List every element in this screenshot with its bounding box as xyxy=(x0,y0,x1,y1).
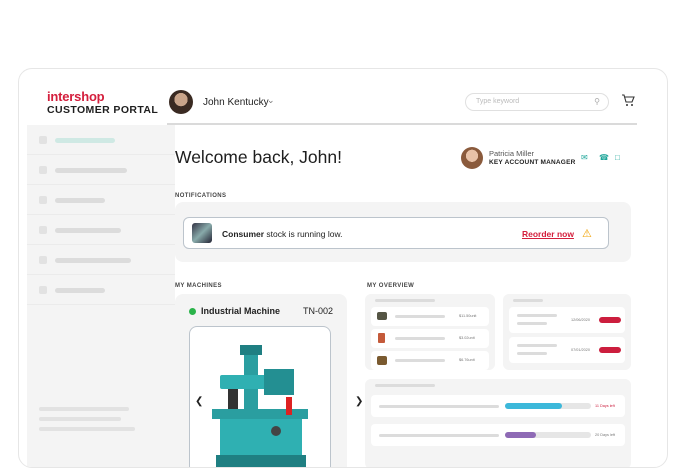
overview-label: MY OVERVIEW xyxy=(367,283,415,289)
status-dot xyxy=(189,308,196,315)
manager-name: Patricia Miller xyxy=(489,149,535,158)
progress-track xyxy=(505,403,591,409)
machine-image xyxy=(212,345,308,467)
order-date: 07/01/2020 xyxy=(571,348,591,352)
sidebar-footer-line xyxy=(39,417,121,421)
notification-text: Consumer stock is running low. xyxy=(222,229,342,239)
chat-icon[interactable]: □ xyxy=(615,153,624,162)
status-badge xyxy=(599,347,621,353)
product-icon xyxy=(377,312,387,320)
chevron-left-icon[interactable]: ❮ xyxy=(195,396,203,407)
mail-icon[interactable]: ✉ xyxy=(581,153,590,162)
machines-label: MY MACHINES xyxy=(175,283,222,289)
sidebar-item-3[interactable] xyxy=(27,185,175,215)
sidebar-item-2[interactable] xyxy=(27,155,175,185)
machine-image-card[interactable] xyxy=(189,326,331,467)
notifications-panel: Consumer stock is running low. Reorder n… xyxy=(175,202,631,262)
page-title: Welcome back, John! xyxy=(175,147,342,167)
cart-icon[interactable] xyxy=(621,93,635,107)
search-input[interactable]: Type keyword ⚲ xyxy=(465,93,609,111)
sidebar-item-1[interactable] xyxy=(27,125,175,155)
reorder-link[interactable]: Reorder now xyxy=(522,229,574,239)
product-icon xyxy=(377,356,387,365)
portal-title: CUSTOMER PORTAL xyxy=(47,104,159,116)
contract-row[interactable]: 20 Days left xyxy=(371,424,625,446)
user-name[interactable]: John Kentucky xyxy=(203,97,269,108)
notification-item: Consumer stock is running low. Reorder n… xyxy=(183,217,609,249)
machines-panel: Industrial Machine TN-002 ❮ ❯ xyxy=(175,294,363,467)
manager-role: KEY ACCOUNT MANAGER xyxy=(489,159,576,166)
chevron-down-icon[interactable]: ⌄ xyxy=(267,95,275,106)
overview-orders-card: 12/06/2020 07/01/2020 xyxy=(503,294,631,370)
contract-row[interactable]: 11 Days left xyxy=(371,395,625,417)
sidebar: intershop CUSTOMER PORTAL xyxy=(27,69,175,467)
product-thumbnail xyxy=(192,223,212,243)
search-placeholder: Type keyword xyxy=(476,98,520,105)
sidebar-item-4[interactable] xyxy=(27,215,175,245)
phone-icon[interactable]: ☎ xyxy=(599,153,609,162)
search-icon[interactable]: ⚲ xyxy=(594,97,600,106)
sidebar-item-6[interactable] xyxy=(27,275,175,305)
chevron-right-icon[interactable]: ❯ xyxy=(355,396,363,407)
product-price: $3.02unit xyxy=(459,336,475,340)
sidebar-item-5[interactable] xyxy=(27,245,175,275)
machine-name[interactable]: Industrial Machine xyxy=(201,306,280,316)
brand-logo[interactable]: intershop xyxy=(47,89,105,104)
status-badge xyxy=(599,317,621,323)
sidebar-footer-line xyxy=(39,427,135,431)
progress-track xyxy=(505,432,591,438)
manager-avatar xyxy=(461,147,483,169)
sidebar-menu xyxy=(27,125,175,467)
product-row[interactable]: $6.76unit xyxy=(371,351,489,370)
notification-product: Consumer xyxy=(222,229,265,239)
days-left: 11 Days left xyxy=(595,404,615,408)
overview-contracts-card: 11 Days left 20 Days left xyxy=(365,379,631,467)
user-avatar[interactable] xyxy=(169,90,193,114)
notifications-label: NOTIFICATIONS xyxy=(175,193,227,199)
product-price: $6.76unit xyxy=(459,358,475,362)
progress-fill xyxy=(505,432,536,438)
overview-products-card: $11.50unit $3.02unit $6.76unit xyxy=(365,294,495,370)
progress-fill xyxy=(505,403,562,409)
order-row[interactable]: 12/06/2020 xyxy=(509,307,625,333)
order-date: 12/06/2020 xyxy=(571,318,591,322)
product-icon xyxy=(378,333,385,343)
notification-message: stock is running low. xyxy=(264,229,343,239)
product-price: $11.50unit xyxy=(459,314,477,318)
product-row[interactable]: $3.02unit xyxy=(371,329,489,348)
product-row[interactable]: $11.50unit xyxy=(371,307,489,326)
sidebar-footer-line xyxy=(39,407,129,411)
warning-icon: ⚠ xyxy=(582,228,592,240)
top-bar: John Kentucky ⌄ Type keyword ⚲ xyxy=(167,69,637,125)
days-left: 20 Days left xyxy=(595,433,616,437)
app-window: intershop CUSTOMER PORTAL John Kentucky … xyxy=(18,68,668,468)
order-row[interactable]: 07/01/2020 xyxy=(509,337,625,363)
machine-code: TN-002 xyxy=(303,306,334,316)
